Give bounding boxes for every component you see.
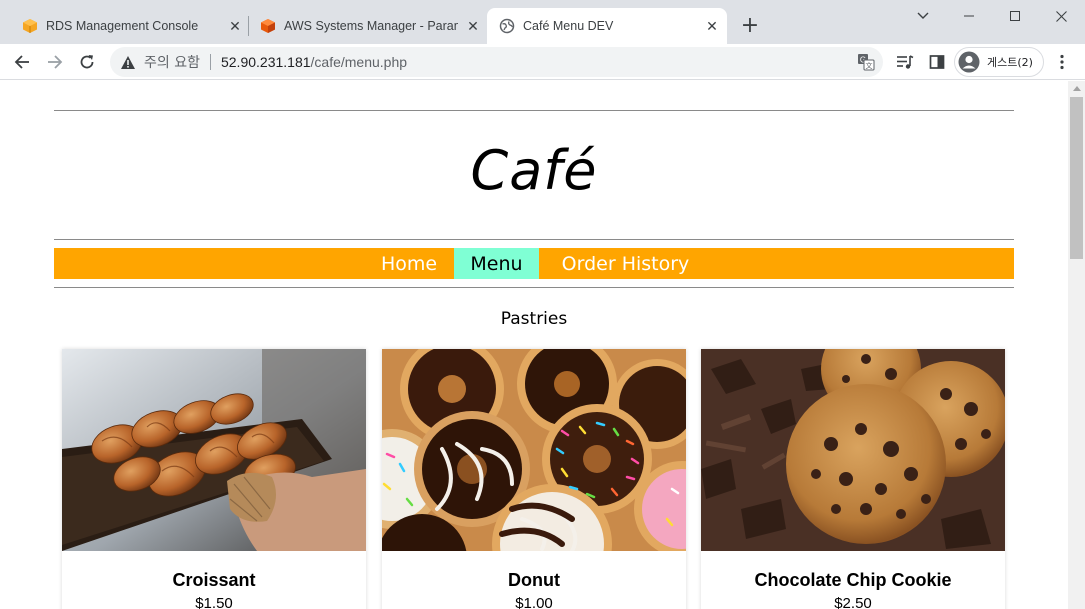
warning-triangle-icon[interactable] (120, 54, 136, 70)
vertical-scrollbar[interactable] (1068, 81, 1085, 609)
product-name: Donut (508, 570, 560, 590)
tab-title: Café Menu DEV (523, 19, 614, 33)
security-status-label: 주의 요함 (144, 55, 200, 71)
site-logo: Café (470, 139, 598, 202)
forward-arrow-icon[interactable] (41, 48, 69, 76)
close-icon[interactable]: ✕ (703, 17, 721, 35)
rds-cube-icon (22, 18, 38, 34)
croissant-photo (62, 349, 366, 551)
address-bar[interactable]: 주의 요함 52.90.231.181/cafe/menu.php G文 (110, 47, 883, 77)
address-divider (209, 54, 211, 70)
nav-home-link[interactable]: Home (364, 248, 454, 279)
browser-toolbar: 주의 요함 52.90.231.181/cafe/menu.php G文 게스트… (0, 44, 1085, 80)
reload-icon[interactable] (73, 48, 101, 76)
profile-button[interactable]: 게스트(2) (954, 47, 1044, 77)
header-divider (54, 239, 1014, 240)
back-arrow-icon[interactable] (8, 48, 36, 76)
product-price: $1.00 (515, 595, 553, 609)
tab-strip: RDS Management Console ✕ AWS Systems Man… (0, 0, 1085, 44)
main-navbar: Home Menu Order History (54, 248, 1014, 279)
tab-title: AWS Systems Manager - Parame (284, 19, 458, 33)
tab-rds-console[interactable]: RDS Management Console ✕ (10, 8, 248, 44)
nav-menu-link[interactable]: Menu (454, 248, 539, 279)
scroll-up-arrow-icon[interactable] (1068, 81, 1085, 95)
page-viewport: Café Home Menu Order History Pastries Cr… (0, 81, 1068, 609)
more-menu-icon[interactable] (1052, 52, 1072, 72)
tab-aws-systems-manager[interactable]: AWS Systems Manager - Parame ✕ (248, 8, 486, 44)
close-icon[interactable]: ✕ (464, 17, 482, 35)
top-divider (54, 110, 1014, 111)
cookie-photo (701, 349, 1005, 551)
product-card[interactable]: Chocolate Chip Cookie $2.50 (701, 349, 1005, 609)
profile-name: 게스트(2) (987, 56, 1033, 69)
nav-divider (54, 287, 1014, 288)
nav-order-history-link[interactable]: Order History (539, 248, 712, 279)
media-queue-icon[interactable] (895, 52, 915, 72)
product-price: $1.50 (195, 595, 233, 609)
new-tab-button[interactable]: + (738, 14, 762, 38)
window-close-icon[interactable] (1038, 0, 1084, 32)
url-host: 52.90.231.181 (220, 54, 311, 70)
aws-cube-icon (260, 18, 276, 34)
tab-title: RDS Management Console (46, 19, 199, 33)
svg-text:文: 文 (866, 61, 873, 70)
tab-search-icon[interactable] (900, 0, 946, 32)
section-title: Pastries (500, 309, 568, 329)
product-card[interactable]: Donut $1.00 (382, 349, 686, 609)
close-icon[interactable]: ✕ (226, 17, 244, 35)
donut-photo (382, 349, 686, 551)
translate-icon[interactable]: G文 (857, 53, 875, 71)
tab-cafe-menu[interactable]: Café Menu DEV ✕ (487, 8, 727, 44)
side-panel-icon[interactable] (927, 52, 947, 72)
product-name: Croissant (172, 570, 256, 590)
product-name: Chocolate Chip Cookie (754, 570, 952, 590)
avatar-icon (957, 50, 981, 74)
product-card[interactable]: Croissant $1.50 (62, 349, 366, 609)
product-price: $2.50 (834, 595, 872, 609)
maximize-icon[interactable] (992, 0, 1038, 32)
globe-icon (499, 18, 515, 34)
scrollbar-thumb[interactable] (1070, 97, 1083, 259)
url-path: /cafe/menu.php (310, 54, 408, 70)
minimize-icon[interactable] (946, 0, 992, 32)
